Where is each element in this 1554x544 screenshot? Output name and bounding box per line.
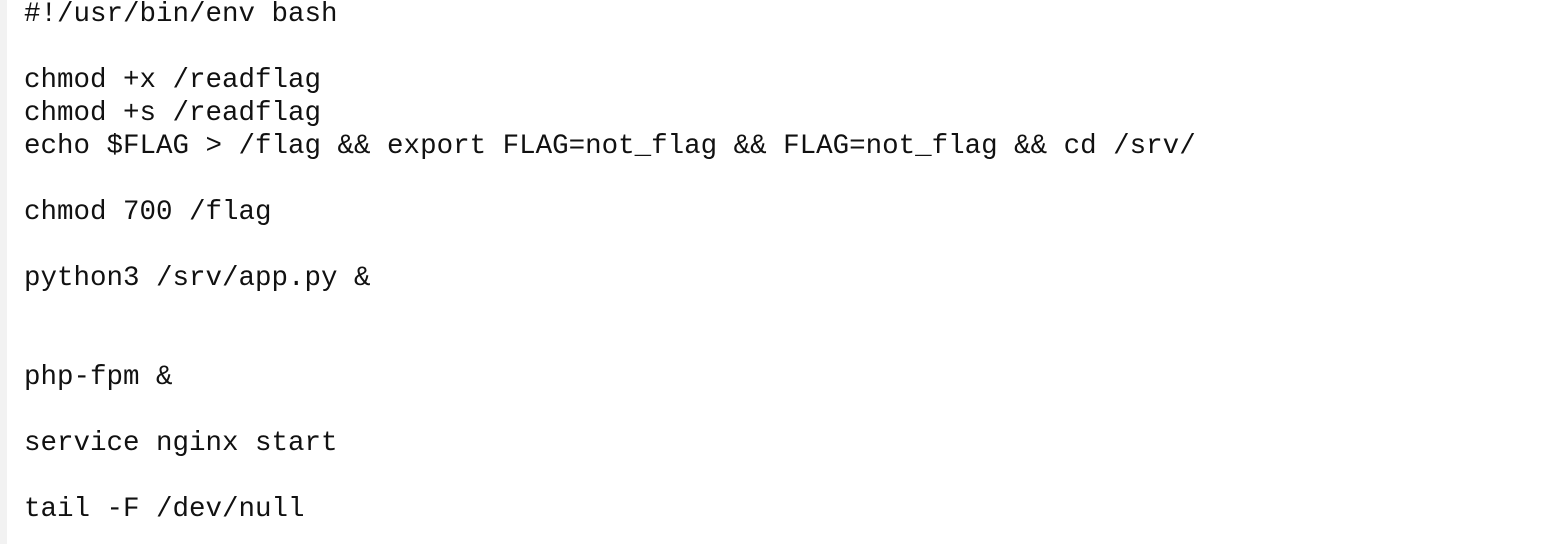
code-line: php-fpm & [24,362,173,393]
code-line: #!/usr/bin/env bash [24,0,338,30]
script-text[interactable]: #!/usr/bin/env bash chmod +x /readflag chm… [24,0,1196,526]
code-line: chmod +x /readflag [24,65,322,96]
code-line: tail -F /dev/null [24,494,305,525]
code-line: chmod 700 /flag [24,197,272,228]
page-left-edge [0,0,7,544]
code-line: echo $FLAG > /flag && export FLAG=not_fl… [24,131,1196,162]
code-line: chmod +s /readflag [24,98,322,129]
code-line: service nginx start [24,428,338,459]
code-line: python3 /srv/app.py & [24,263,371,294]
page: #!/usr/bin/env bash chmod +x /readflag chm… [0,0,1554,544]
